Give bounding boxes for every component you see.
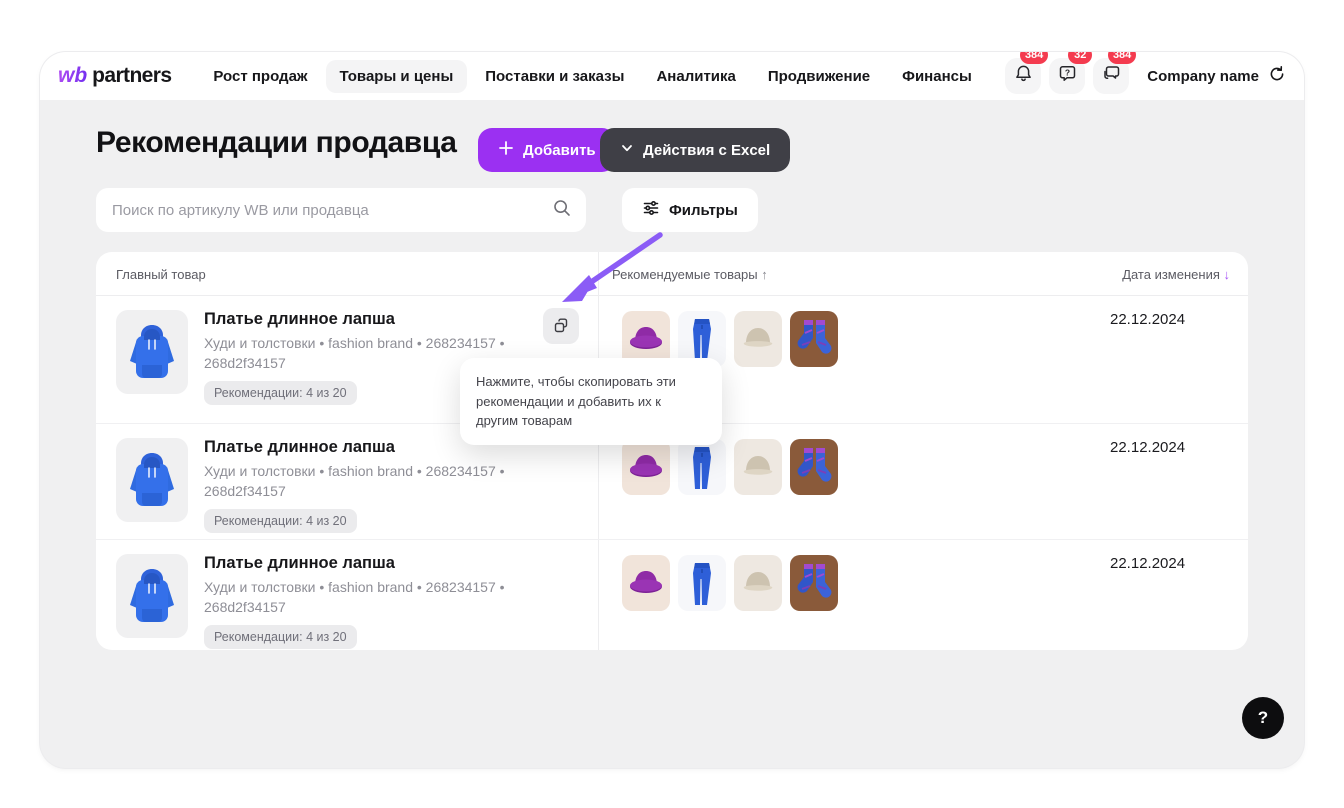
- product-image[interactable]: [116, 554, 188, 638]
- account-switcher[interactable]: Company name: [1147, 65, 1286, 87]
- nav-item-promotion[interactable]: Продвижение: [754, 60, 884, 93]
- product-subtitle: Худи и толстовки • fashion brand • 26823…: [204, 462, 539, 501]
- recommended-product-beige-cap[interactable]: [734, 439, 782, 495]
- notifications-button[interactable]: 384: [1005, 58, 1041, 94]
- product-image[interactable]: [116, 310, 188, 394]
- sliders-icon: [642, 199, 660, 221]
- sort-desc-icon: ↓: [1224, 267, 1231, 282]
- filters-button[interactable]: Фильтры: [622, 188, 758, 232]
- product-info: Платье длинное лапша Худи и толстовки • …: [204, 554, 539, 649]
- recommended-product-blue-socks[interactable]: [790, 555, 838, 611]
- nav-item-supplies-and-orders[interactable]: Поставки и заказы: [471, 60, 638, 93]
- search-icon[interactable]: [552, 198, 572, 223]
- sort-asc-icon: ↑: [761, 267, 768, 282]
- search-bar: [96, 188, 586, 232]
- nav-item-sales-growth[interactable]: Рост продаж: [199, 60, 321, 93]
- recommended-product-purple-hat[interactable]: [622, 555, 670, 611]
- bell-icon: [1014, 64, 1033, 88]
- table-row: Платье длинное лапша Худи и толстовки • …: [96, 540, 1248, 650]
- plus-icon: [498, 140, 514, 160]
- wb-logo-mark: wb: [58, 64, 87, 88]
- search-input[interactable]: [112, 202, 552, 219]
- row-date: 22.12.2024: [1110, 311, 1185, 328]
- recommended-product-blue-socks[interactable]: [790, 311, 838, 367]
- product-title: Платье длинное лапша: [204, 310, 539, 329]
- product-title: Платье длинное лапша: [204, 554, 539, 573]
- question-bubble-icon: ?: [1058, 64, 1077, 88]
- switch-account-icon: [1268, 65, 1286, 87]
- add-button[interactable]: Добавить: [478, 128, 616, 172]
- nav-item-finance[interactable]: Финансы: [888, 60, 986, 93]
- excel-actions-button[interactable]: Действия с Excel: [600, 128, 790, 172]
- copy-icon: [552, 317, 570, 335]
- row-date: 22.12.2024: [1110, 555, 1185, 572]
- copy-recommendations-button[interactable]: [543, 308, 579, 344]
- partners-logo-text: partners: [92, 64, 171, 88]
- recommended-product-beige-cap[interactable]: [734, 555, 782, 611]
- notifications-badge: 384: [1020, 52, 1048, 64]
- recommended-product-blue-jeans[interactable]: [678, 439, 726, 495]
- svg-text:?: ?: [1065, 68, 1070, 78]
- recommended-product-blue-socks[interactable]: [790, 439, 838, 495]
- table-body: Платье длинное лапша Худи и толстовки • …: [96, 296, 1248, 650]
- chats-badge: 384: [1108, 52, 1136, 64]
- recommended-thumbs: [622, 439, 838, 495]
- recommendations-count-badge: Рекомендации: 4 из 20: [204, 509, 357, 533]
- table-header-row: Главный товар Рекомендуемые товары ↑ Дат…: [96, 252, 1248, 296]
- chat-bubbles-icon: [1102, 64, 1121, 88]
- main-nav: Рост продаж Товары и цены Поставки и зак…: [199, 60, 985, 93]
- recommended-thumbs: [622, 555, 838, 611]
- main-product-cell: Платье длинное лапша Худи и толстовки • …: [116, 554, 539, 649]
- support-help-button[interactable]: ?: [1242, 697, 1284, 739]
- recommendations-count-badge: Рекомендации: 4 из 20: [204, 381, 357, 405]
- column-header-date[interactable]: Дата изменения ↓: [1122, 267, 1230, 282]
- recommended-product-blue-jeans[interactable]: [678, 555, 726, 611]
- recommended-product-purple-hat[interactable]: [622, 439, 670, 495]
- product-subtitle: Худи и толстовки • fashion brand • 26823…: [204, 578, 539, 617]
- app-window: wb partners Рост продаж Товары и цены По…: [40, 52, 1304, 768]
- recommended-product-beige-cap[interactable]: [734, 311, 782, 367]
- wb-partners-logo[interactable]: wb partners: [58, 64, 171, 88]
- nav-item-goods-and-prices[interactable]: Товары и цены: [326, 60, 468, 93]
- blue-hoodie-image: [123, 563, 181, 629]
- nav-item-analytics[interactable]: Аналитика: [642, 60, 749, 93]
- recommendations-table: Главный товар Рекомендуемые товары ↑ Дат…: [96, 252, 1248, 650]
- page-title: Рекомендации продавца: [96, 126, 457, 160]
- main-product-cell: Платье длинное лапша Худи и толстовки • …: [116, 438, 539, 533]
- product-image[interactable]: [116, 438, 188, 522]
- copy-tooltip: Нажмите, чтобы скопировать эти рекоменда…: [460, 358, 722, 445]
- blue-hoodie-image: [123, 447, 181, 513]
- column-header-recommended[interactable]: Рекомендуемые товары ↑: [612, 267, 768, 282]
- top-navigation-bar: wb partners Рост продаж Товары и цены По…: [40, 52, 1304, 100]
- chevron-down-icon: [620, 141, 634, 159]
- topbar-right-cluster: 384 ? 32 384 Company name: [1005, 58, 1286, 94]
- help-badge: 32: [1068, 52, 1092, 64]
- recommendations-count-badge: Рекомендации: 4 из 20: [204, 625, 357, 649]
- help-center-button[interactable]: ? 32: [1049, 58, 1085, 94]
- chats-button[interactable]: 384: [1093, 58, 1129, 94]
- product-info: Платье длинное лапша Худи и толстовки • …: [204, 438, 539, 533]
- company-name: Company name: [1147, 68, 1259, 85]
- column-header-main-product: Главный товар: [116, 267, 206, 282]
- row-date: 22.12.2024: [1110, 439, 1185, 456]
- blue-hoodie-image: [123, 319, 181, 385]
